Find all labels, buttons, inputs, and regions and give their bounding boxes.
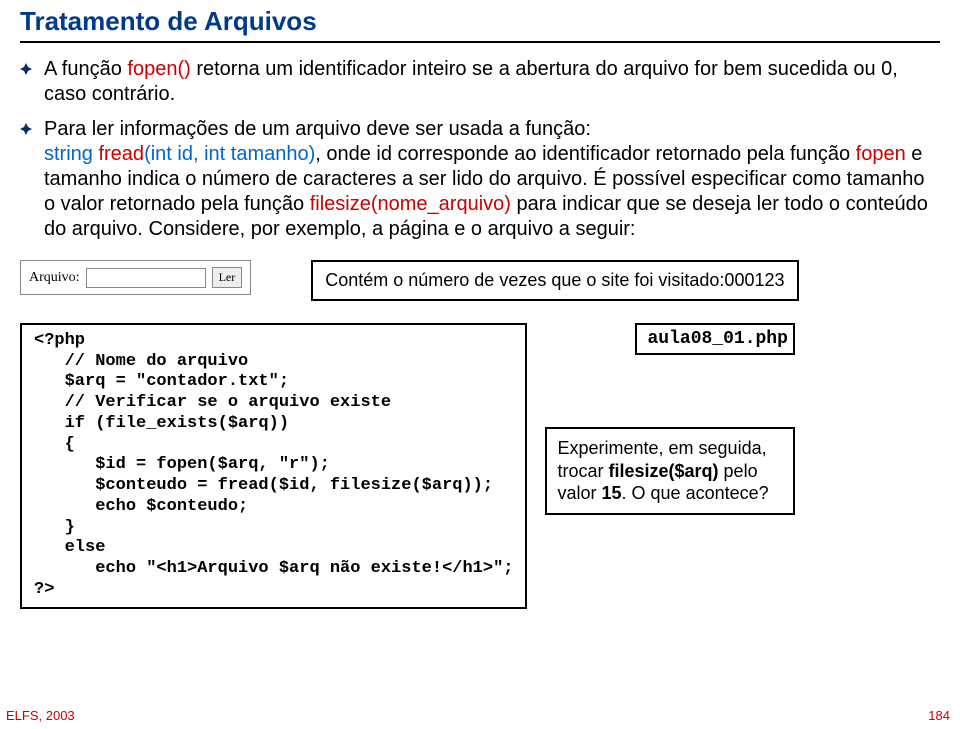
arquivo-input[interactable] bbox=[86, 268, 206, 288]
bullet-2: Para ler informações de um arquivo deve … bbox=[20, 117, 940, 242]
b2-sig-b: fread bbox=[98, 143, 144, 165]
bullet-1: A função fopen() retorna um identificado… bbox=[20, 57, 940, 107]
b2-mid1: , onde id corresponde ao identificador r… bbox=[315, 143, 855, 165]
b1-pre: A função bbox=[44, 58, 127, 80]
bullet-icon bbox=[20, 123, 32, 135]
b2-pre1: Para ler informações de um arquivo deve … bbox=[44, 118, 591, 140]
footer-left: ELFS, 2003 bbox=[6, 708, 75, 723]
footer-right: 184 bbox=[928, 708, 950, 723]
tip-b2: 15 bbox=[602, 483, 622, 503]
b2-sig-c: (int id, int tamanho) bbox=[144, 143, 315, 165]
tip-b1: filesize($arq) bbox=[609, 461, 719, 481]
filename-box: aula08_01.php bbox=[635, 323, 795, 355]
code-row: <?php // Nome do arquivo $arq = "contado… bbox=[20, 323, 940, 609]
b2-filesize: filesize(nome_arquivo) bbox=[310, 193, 511, 215]
ler-button[interactable]: Ler bbox=[212, 267, 243, 288]
title-underline bbox=[20, 41, 940, 43]
form-box: Arquivo: Ler bbox=[20, 260, 251, 295]
slide-title: Tratamento de Arquivos bbox=[20, 6, 940, 37]
b2-sig-a: string bbox=[44, 143, 98, 165]
tip-box: Experimente, em seguida, trocar filesize… bbox=[545, 427, 795, 515]
form-label: Arquivo: bbox=[29, 270, 80, 286]
b1-fn: fopen() bbox=[127, 58, 190, 80]
counter-content-box: Contém o número de vezes que o site foi … bbox=[311, 260, 798, 301]
bullet-icon bbox=[20, 63, 32, 75]
tip-t3: . O que acontece? bbox=[622, 483, 769, 503]
b2-fopen: fopen bbox=[856, 143, 906, 165]
footer: ELFS, 2003 184 bbox=[6, 708, 950, 723]
code-content: <?php // Nome do arquivo $arq = "contado… bbox=[34, 331, 513, 601]
code-box: <?php // Nome do arquivo $arq = "contado… bbox=[20, 323, 527, 609]
form-row: Arquivo: Ler Contém o número de vezes qu… bbox=[20, 260, 940, 301]
